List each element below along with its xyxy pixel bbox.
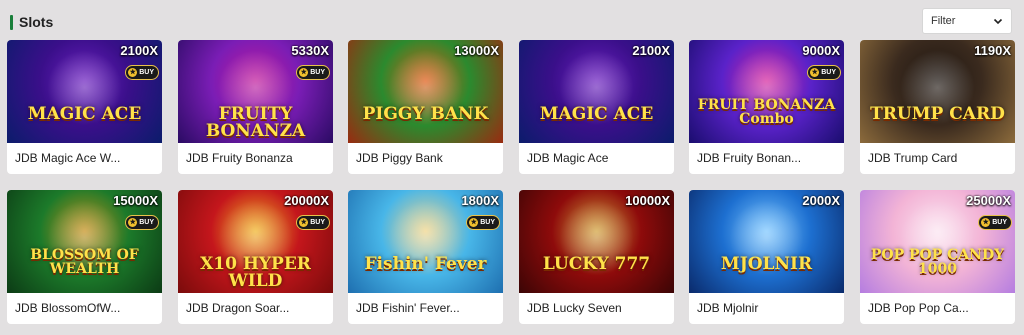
max-multiplier: 9000X: [802, 43, 840, 58]
game-logo-art: MJOLNIR: [720, 254, 813, 274]
buy-feature-badge: ★ BUY: [296, 65, 330, 80]
game-card[interactable]: POP POP CANDY 1000 25000X ★ BUY JDB Pop Pop …: [860, 190, 1015, 324]
game-card[interactable]: FRUIT BONANZA Combo 9000X ★ BUY JDB Fruity B…: [689, 40, 844, 174]
star-icon: ★: [981, 218, 991, 227]
game-name[interactable]: JDB Lucky Seven: [527, 301, 669, 315]
max-multiplier: 2100X: [120, 43, 158, 58]
game-logo-art: X10 HYPER WILD: [200, 254, 311, 291]
game-logo-art: POP POP CANDY 1000: [870, 247, 1005, 277]
max-multiplier: 2100X: [632, 43, 670, 58]
section-header: Slots: [10, 14, 53, 30]
game-name[interactable]: JDB Dragon Soar...: [186, 301, 328, 315]
game-name[interactable]: JDB Fruity Bonan...: [697, 151, 839, 165]
game-logo-art: FRUIT BONANZA Combo: [697, 97, 836, 127]
game-card[interactable]: LUCKY 777 10000X JDB Lucky Seven: [519, 190, 674, 324]
game-thumbnail[interactable]: FRUIT BONANZA Combo 9000X ★ BUY: [689, 40, 844, 143]
buy-badge-label: BUY: [310, 219, 325, 226]
max-multiplier: 15000X: [113, 193, 158, 208]
game-name[interactable]: JDB Trump Card: [868, 151, 1010, 165]
buy-badge-label: BUY: [480, 219, 495, 226]
buy-feature-badge: ★ BUY: [125, 215, 159, 230]
game-thumbnail[interactable]: FRUITY BONANZA 5330X ★ BUY: [178, 40, 333, 143]
star-icon: ★: [299, 68, 309, 77]
game-card[interactable]: MJOLNIR 2000X JDB Mjolnir: [689, 190, 844, 324]
chevron-down-icon: [993, 18, 1003, 25]
max-multiplier: 10000X: [625, 193, 670, 208]
buy-feature-badge: ★ BUY: [466, 215, 500, 230]
filter-dropdown[interactable]: Filter: [922, 8, 1012, 34]
game-name[interactable]: JDB Fishin' Fever...: [356, 301, 498, 315]
game-card[interactable]: BLOSSOM OF WEALTH 15000X ★ BUY JDB BlossomOf…: [7, 190, 162, 324]
buy-feature-badge: ★ BUY: [978, 215, 1012, 230]
section-accent-bar: [10, 14, 13, 30]
game-thumbnail[interactable]: BLOSSOM OF WEALTH 15000X ★ BUY: [7, 190, 162, 293]
game-logo-art: Fishin' Fever: [364, 254, 487, 274]
game-name[interactable]: JDB Magic Ace: [527, 151, 669, 165]
game-thumbnail[interactable]: MAGIC ACE 2100X ★ BUY: [7, 40, 162, 143]
game-logo-art: FRUITY BONANZA: [205, 104, 306, 141]
game-logo-art: TRUMP CARD: [870, 104, 1005, 124]
buy-feature-badge: ★ BUY: [296, 215, 330, 230]
game-card[interactable]: X10 HYPER WILD 20000X ★ BUY JDB Dragon Soar.…: [178, 190, 333, 324]
buy-badge-label: BUY: [139, 219, 154, 226]
game-name[interactable]: JDB Piggy Bank: [356, 151, 498, 165]
game-thumbnail[interactable]: MAGIC ACE 2100X: [519, 40, 674, 143]
game-card[interactable]: MAGIC ACE 2100X ★ BUY JDB Magic Ace W...: [7, 40, 162, 174]
max-multiplier: 20000X: [284, 193, 329, 208]
game-name[interactable]: JDB Pop Pop Ca...: [868, 301, 1010, 315]
game-card[interactable]: FRUITY BONANZA 5330X ★ BUY JDB Fruity Bonanz…: [178, 40, 333, 174]
section-title: Slots: [19, 14, 54, 30]
max-multiplier: 25000X: [966, 193, 1011, 208]
game-name[interactable]: JDB Magic Ace W...: [15, 151, 157, 165]
max-multiplier: 2000X: [802, 193, 840, 208]
star-icon: ★: [128, 218, 138, 227]
game-name[interactable]: JDB Mjolnir: [697, 301, 839, 315]
star-icon: ★: [299, 218, 309, 227]
star-icon: ★: [469, 218, 479, 227]
star-icon: ★: [128, 68, 138, 77]
game-logo-art: MAGIC ACE: [539, 104, 654, 124]
buy-badge-label: BUY: [139, 69, 154, 76]
game-thumbnail[interactable]: LUCKY 777 10000X: [519, 190, 674, 293]
game-logo-art: MAGIC ACE: [27, 104, 142, 124]
game-card[interactable]: PIGGY BANK 13000X JDB Piggy Bank: [348, 40, 503, 174]
filter-label: Filter: [931, 15, 956, 27]
buy-badge-label: BUY: [821, 69, 836, 76]
game-logo-art: BLOSSOM OF WEALTH: [30, 247, 139, 277]
buy-badge-label: BUY: [310, 69, 325, 76]
game-card[interactable]: TRUMP CARD 1190X JDB Trump Card: [860, 40, 1015, 174]
max-multiplier: 1190X: [974, 43, 1011, 58]
game-logo-art: LUCKY 777: [542, 254, 651, 274]
game-logo-art: PIGGY BANK: [362, 104, 489, 124]
game-name[interactable]: JDB BlossomOfW...: [15, 301, 157, 315]
game-thumbnail[interactable]: X10 HYPER WILD 20000X ★ BUY: [178, 190, 333, 293]
max-multiplier: 1800X: [461, 193, 499, 208]
game-card[interactable]: MAGIC ACE 2100X JDB Magic Ace: [519, 40, 674, 174]
buy-feature-badge: ★ BUY: [807, 65, 841, 80]
buy-feature-badge: ★ BUY: [125, 65, 159, 80]
star-icon: ★: [810, 68, 820, 77]
game-thumbnail[interactable]: Fishin' Fever 1800X ★ BUY: [348, 190, 503, 293]
game-name[interactable]: JDB Fruity Bonanza: [186, 151, 328, 165]
game-thumbnail[interactable]: MJOLNIR 2000X: [689, 190, 844, 293]
max-multiplier: 13000X: [454, 43, 499, 58]
game-thumbnail[interactable]: POP POP CANDY 1000 25000X ★ BUY: [860, 190, 1015, 293]
game-thumbnail[interactable]: PIGGY BANK 13000X: [348, 40, 503, 143]
game-card[interactable]: Fishin' Fever 1800X ★ BUY JDB Fishin' Fever.…: [348, 190, 503, 324]
max-multiplier: 5330X: [291, 43, 329, 58]
buy-badge-label: BUY: [992, 219, 1007, 226]
game-thumbnail[interactable]: TRUMP CARD 1190X: [860, 40, 1015, 143]
